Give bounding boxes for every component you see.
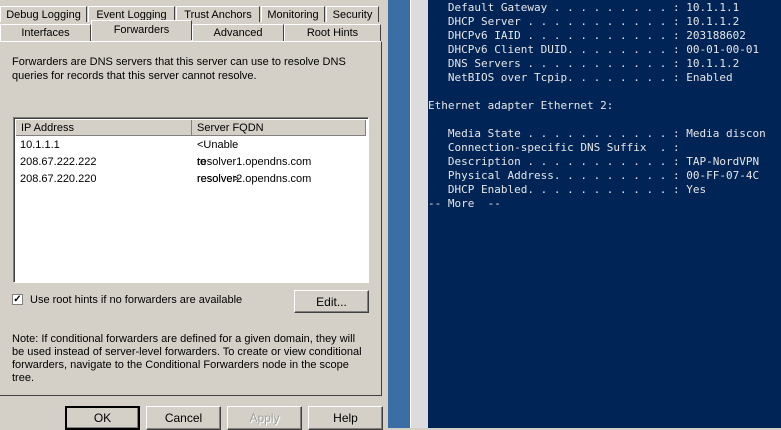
tab-advanced[interactable]: Advanced	[192, 24, 284, 41]
help-button[interactable]: Help	[308, 406, 383, 430]
ok-button[interactable]: OK	[65, 406, 140, 430]
tab-monitoring[interactable]: Monitoring	[261, 6, 325, 22]
edit-button[interactable]: Edit...	[294, 290, 369, 313]
ip-address: 208.67.220.220	[20, 173, 97, 185]
tab-root-hints[interactable]: Root Hints	[284, 24, 381, 41]
column-server-fqdn[interactable]: Server FQDN	[192, 120, 366, 136]
apply-button[interactable]: Apply	[227, 406, 302, 430]
tab-security[interactable]: Security	[326, 6, 379, 22]
ip-address: 208.67.222.222	[20, 156, 97, 168]
note-text: Note: If conditional forwarders are defi…	[12, 333, 362, 384]
console-line: Default Gateway . . . . . . . . . : 10.1…	[428, 1, 740, 14]
cancel-button[interactable]: Cancel	[146, 406, 221, 430]
tab-debug-logging[interactable]: Debug Logging	[0, 6, 87, 22]
console-line: DNS Servers . . . . . . . . . . . : 10.1…	[428, 57, 740, 70]
description-text: Forwarders are DNS servers that this ser…	[12, 56, 346, 82]
console-output[interactable]: Default Gateway . . . . . . . . . : 10.1…	[428, 0, 781, 428]
tab-interfaces[interactable]: Interfaces	[0, 24, 91, 41]
console-line: DHCP Enabled. . . . . . . . . . . : Yes	[428, 183, 707, 196]
server-fqdn: resolver2.opendns.com	[197, 173, 312, 185]
console-line: NetBIOS over Tcpip. . . . . . . . : Enab…	[428, 71, 733, 84]
ip-address: 10.1.1.1	[20, 139, 60, 151]
use-root-hints-checkbox[interactable]: ✓	[12, 294, 23, 305]
desktop-background	[388, 0, 410, 428]
console-line: Media State . . . . . . . . . . . : Medi…	[428, 127, 766, 140]
list-item[interactable]: 10.1.1.1 <Unable to resolve>	[20, 137, 239, 185]
console-window-border	[410, 0, 428, 428]
console-line: DHCPv6 IAID . . . . . . . . . . . : 2031…	[428, 29, 746, 42]
list-item[interactable]: 208.67.222.222 resolver1.opendns.com	[20, 154, 311, 171]
console-line: DHCPv6 Client DUID. . . . . . . . : 00-0…	[428, 43, 760, 56]
console-line: Connection-specific DNS Suffix . :	[428, 141, 680, 154]
list-item[interactable]: 208.67.220.220 resolver2.opendns.com	[20, 171, 311, 188]
console-line: Physical Address. . . . . . . . . : 00-F…	[428, 169, 760, 182]
use-root-hints-label[interactable]: Use root hints if no forwarders are avai…	[30, 294, 242, 306]
console-line: -- More --	[428, 197, 501, 210]
column-ip-address[interactable]: IP Address	[16, 120, 192, 136]
console-line: Ethernet adapter Ethernet 2:	[428, 99, 614, 112]
server-fqdn: resolver1.opendns.com	[197, 156, 312, 168]
tab-forwarders[interactable]: Forwarders	[91, 20, 192, 40]
console-line: Description . . . . . . . . . . . : TAP-…	[428, 155, 760, 168]
console-line: DHCP Server . . . . . . . . . . . : 10.1…	[428, 15, 740, 28]
forwarders-list[interactable]: IP Address Server FQDN 10.1.1.1 <Unable t…	[13, 117, 369, 283]
